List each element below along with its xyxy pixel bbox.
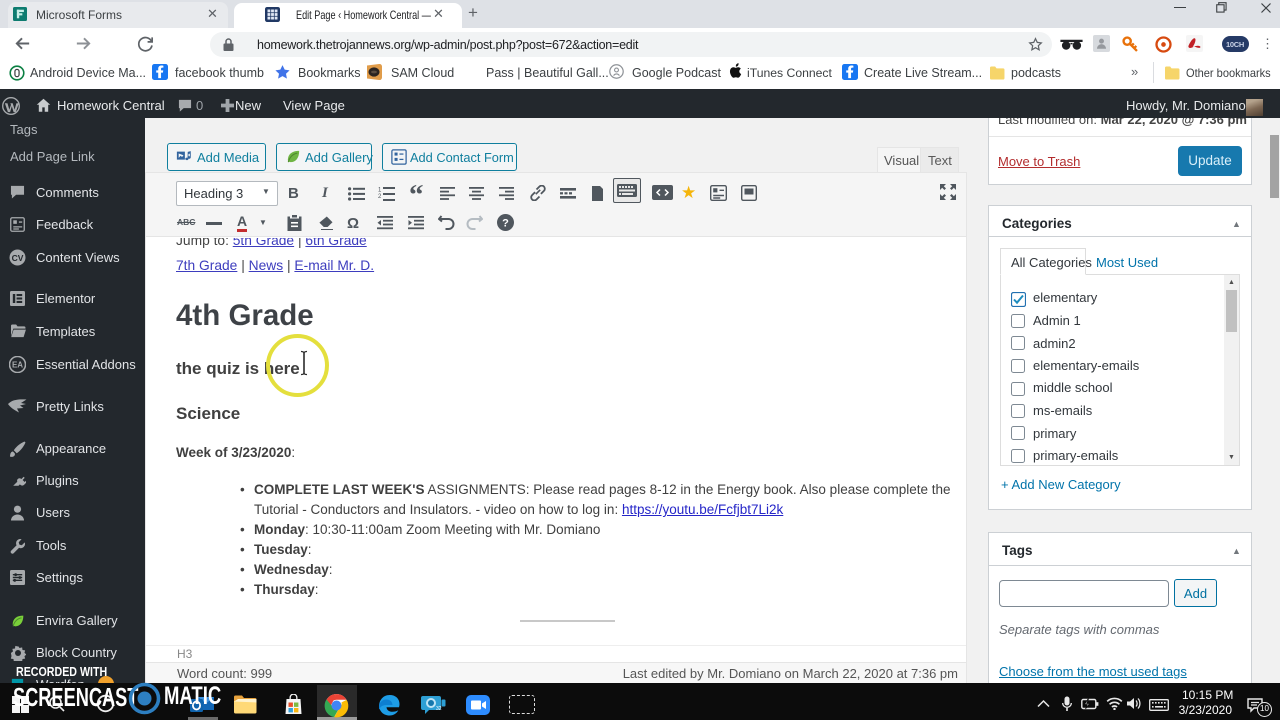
svg-text:2: 2 [378, 194, 382, 200]
svg-text:?: ? [502, 218, 509, 230]
svg-text:32: 32 [436, 706, 442, 712]
svg-text:CV: CV [12, 253, 24, 263]
svg-text:EA: EA [12, 361, 23, 370]
svg-text:1: 1 [378, 188, 382, 194]
